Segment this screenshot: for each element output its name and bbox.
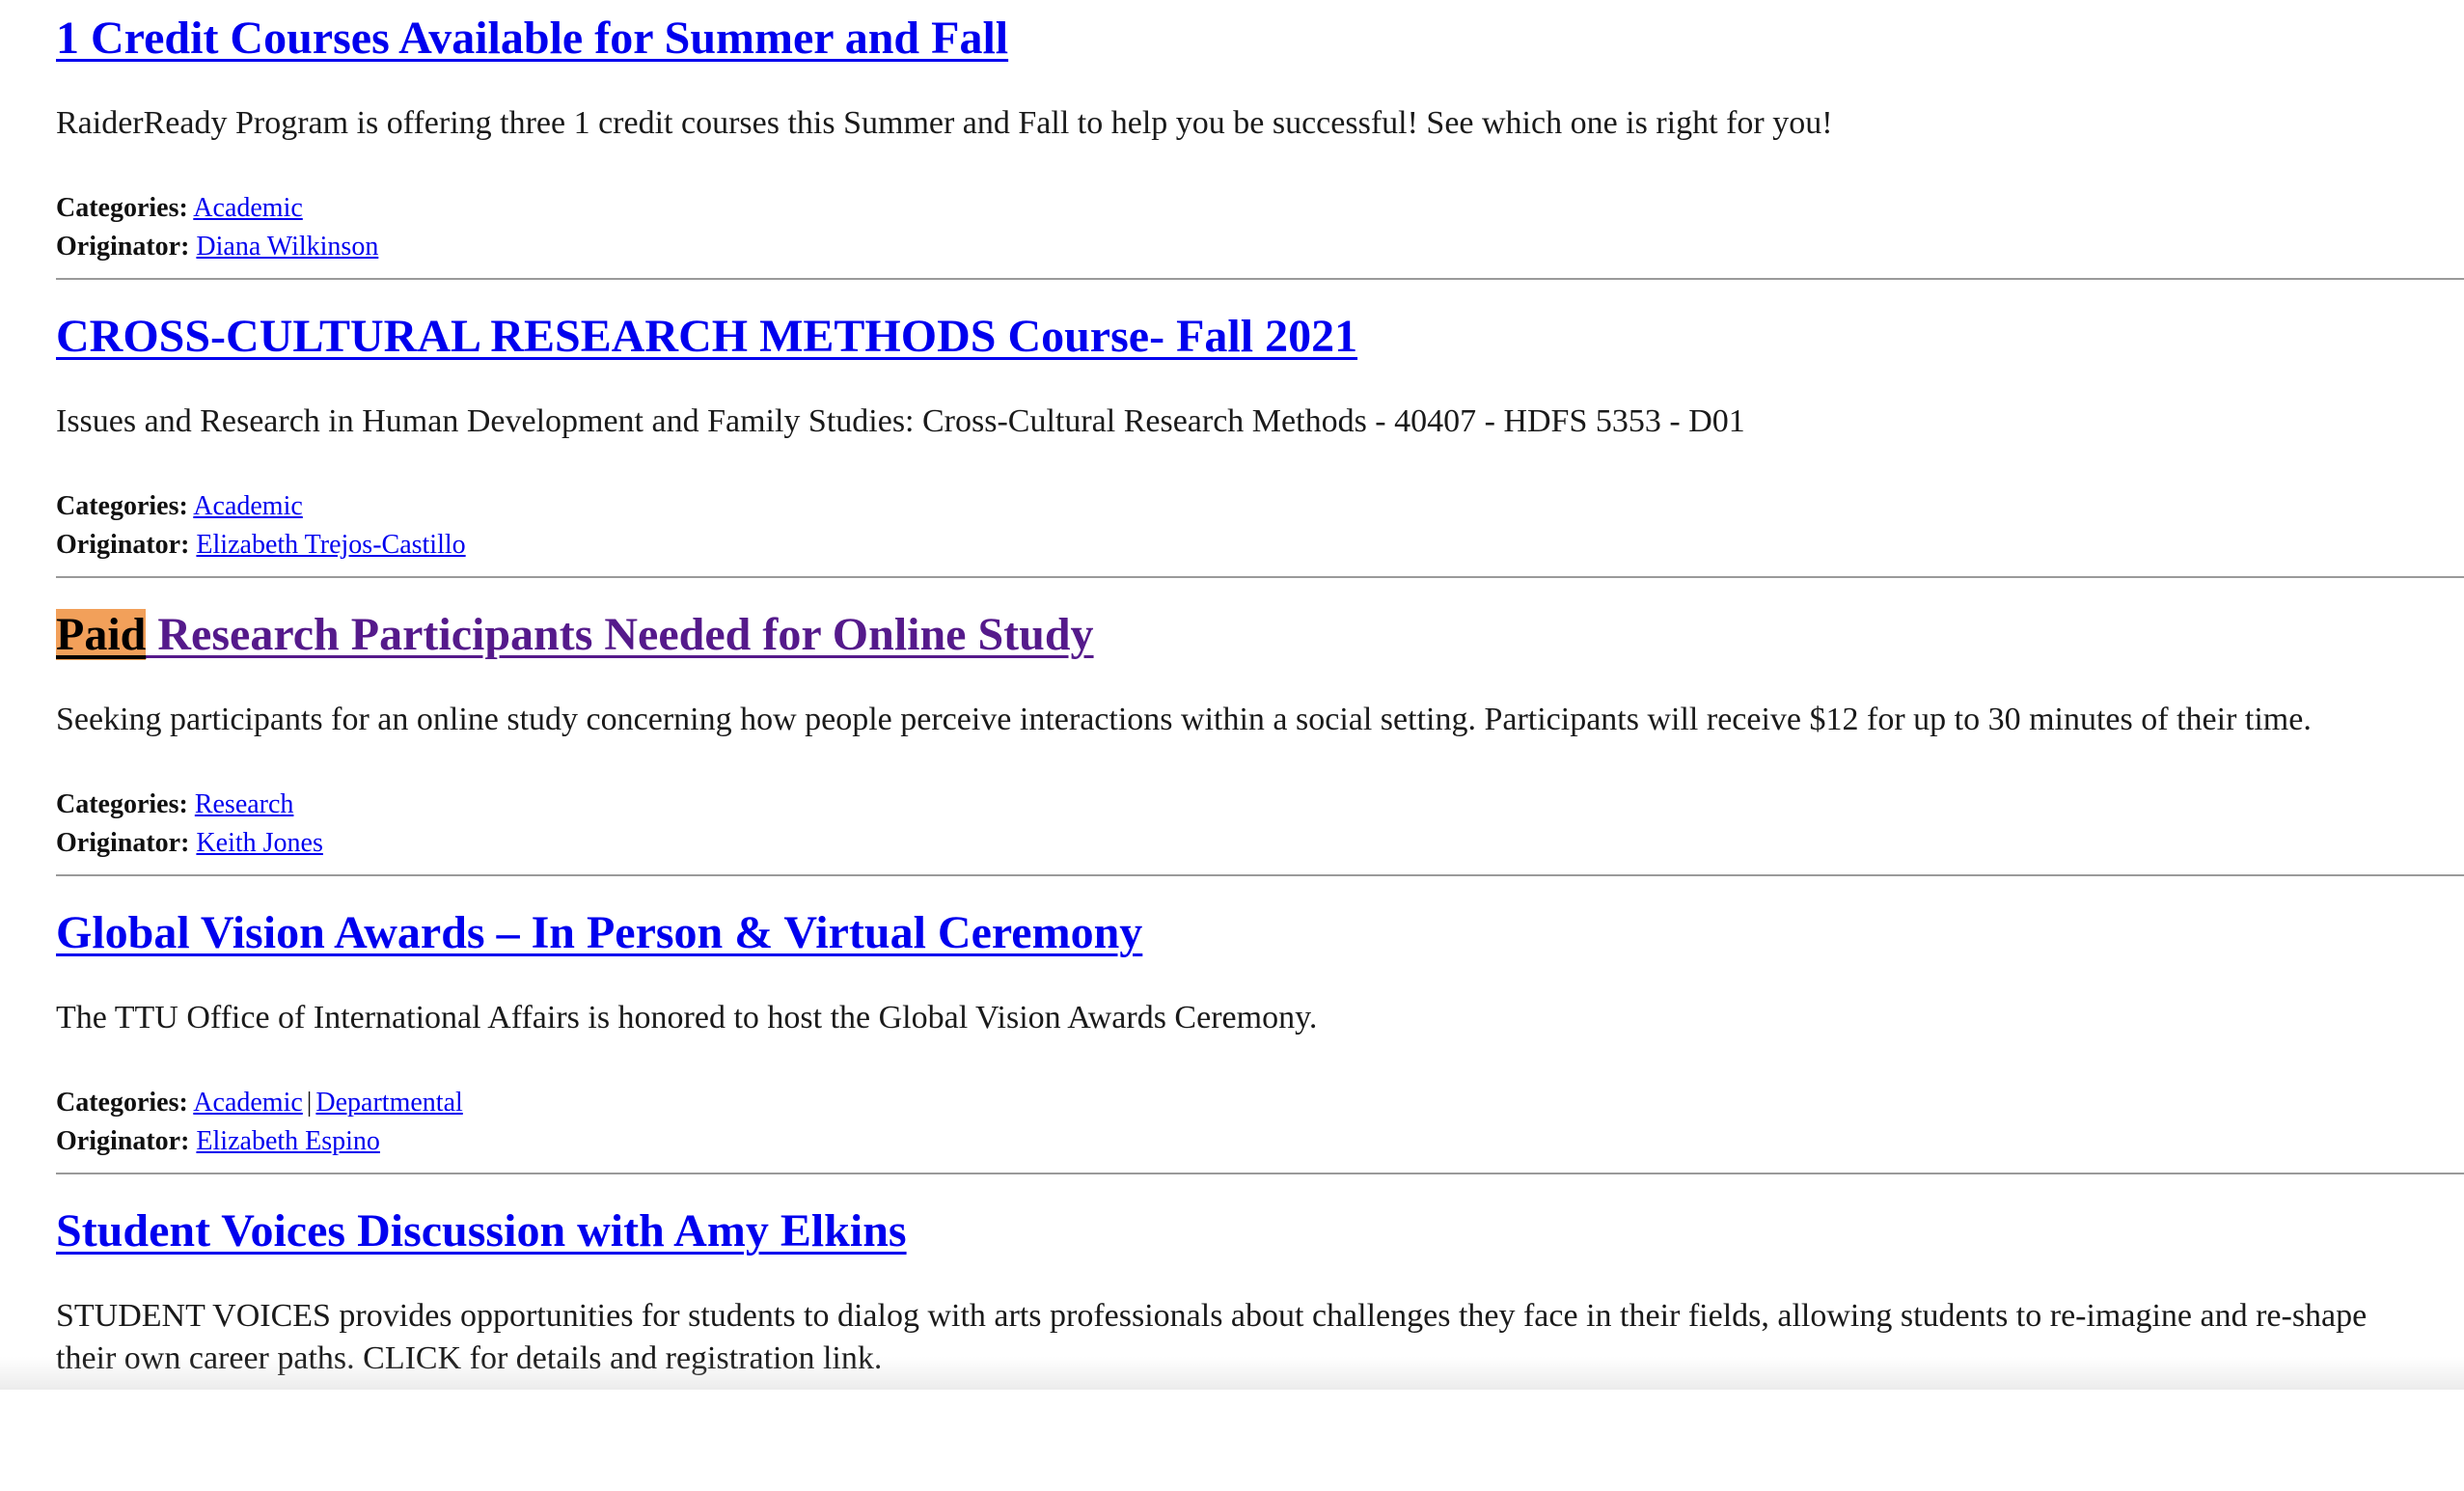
announcement-description: STUDENT VOICES provides opportunities fo… (56, 1298, 2368, 1376)
announcement-description: The TTU Office of International Affairs … (56, 1000, 1318, 1035)
announcement-title: 1 Credit Courses Available for Summer an… (56, 10, 1008, 68)
announcement-title: Student Voices Discussion with Amy Elkin… (56, 1202, 907, 1260)
category-link-departmental[interactable]: Departmental (315, 1088, 462, 1118)
category-link-academic[interactable]: Academic (193, 491, 303, 521)
categories-row: Categories: Research (56, 786, 323, 824)
categories-row: Categories: Academic (56, 189, 378, 228)
divider (56, 1173, 2464, 1174)
announcement-title-link[interactable]: CROSS-CULTURAL RESEARCH METHODS Course- … (56, 311, 1357, 362)
originator-label: Originator: (56, 828, 190, 858)
announcement-meta: Categories: Academic Originator: Diana W… (56, 189, 378, 266)
announcement-description: Issues and Research in Human Development… (56, 403, 1745, 439)
announcement-item: Paid Research Participants Needed for On… (56, 596, 2464, 895)
originator-link[interactable]: Elizabeth Trejos-Castillo (196, 530, 465, 560)
categories-row: Categories: Academic | Departmental (56, 1084, 463, 1122)
originator-row: Originator: Elizabeth Trejos-Castillo (56, 526, 466, 565)
categories-label: Categories: (56, 1088, 188, 1118)
announcement-title: Global Vision Awards – In Person & Virtu… (56, 904, 1142, 962)
divider (56, 278, 2464, 280)
originator-label: Originator: (56, 530, 190, 560)
categories-label: Categories: (56, 193, 188, 223)
category-separator: | (306, 1088, 313, 1118)
announcement-title-link[interactable]: 1 Credit Courses Available for Summer an… (56, 13, 1008, 64)
categories-row: Categories: Academic (56, 487, 466, 526)
announcement-title-link[interactable]: Student Voices Discussion with Amy Elkin… (56, 1205, 907, 1256)
category-link-research[interactable]: Research (195, 789, 294, 819)
originator-link[interactable]: Keith Jones (196, 828, 322, 858)
divider (56, 576, 2464, 578)
originator-row: Originator: Elizabeth Espino (56, 1122, 463, 1161)
category-link-academic[interactable]: Academic (193, 193, 303, 223)
originator-row: Originator: Keith Jones (56, 824, 323, 863)
announcement-item: 1 Credit Courses Available for Summer an… (56, 0, 2464, 298)
announcement-meta: Categories: Research Originator: Keith J… (56, 786, 323, 863)
announcement-meta: Categories: Academic | Departmental Origin… (56, 1084, 463, 1161)
search-highlight: Paid (56, 609, 147, 660)
originator-label: Originator: (56, 1126, 190, 1156)
announcement-item: Student Voices Discussion with Amy Elkin… (56, 1193, 2464, 1491)
announcement-title: Paid Research Participants Needed for On… (56, 606, 1094, 664)
originator-label: Originator: (56, 232, 190, 262)
announcement-item: CROSS-CULTURAL RESEARCH METHODS Course- … (56, 298, 2464, 596)
announcement-description: Seeking participants for an online study… (56, 702, 2312, 737)
announcement-title-link[interactable]: Paid Research Participants Needed for On… (56, 609, 1094, 660)
category-link-academic[interactable]: Academic (193, 1088, 303, 1118)
divider (56, 874, 2464, 876)
categories-label: Categories: (56, 789, 188, 819)
originator-link[interactable]: Elizabeth Espino (196, 1126, 380, 1156)
originator-link[interactable]: Diana Wilkinson (196, 232, 378, 262)
announcement-title-text: Research Participants Needed for Online … (146, 609, 1094, 660)
announcement-description: RaiderReady Program is offering three 1 … (56, 105, 1833, 141)
announcement-list: 1 Credit Courses Available for Summer an… (56, 0, 2464, 1491)
categories-label: Categories: (56, 491, 188, 521)
originator-row: Originator: Diana Wilkinson (56, 228, 378, 266)
announcement-item: Global Vision Awards – In Person & Virtu… (56, 895, 2464, 1193)
announcement-title-link[interactable]: Global Vision Awards – In Person & Virtu… (56, 907, 1142, 958)
announcement-title: CROSS-CULTURAL RESEARCH METHODS Course- … (56, 308, 1357, 366)
announcement-meta: Categories: Academic Originator: Elizabe… (56, 487, 466, 565)
